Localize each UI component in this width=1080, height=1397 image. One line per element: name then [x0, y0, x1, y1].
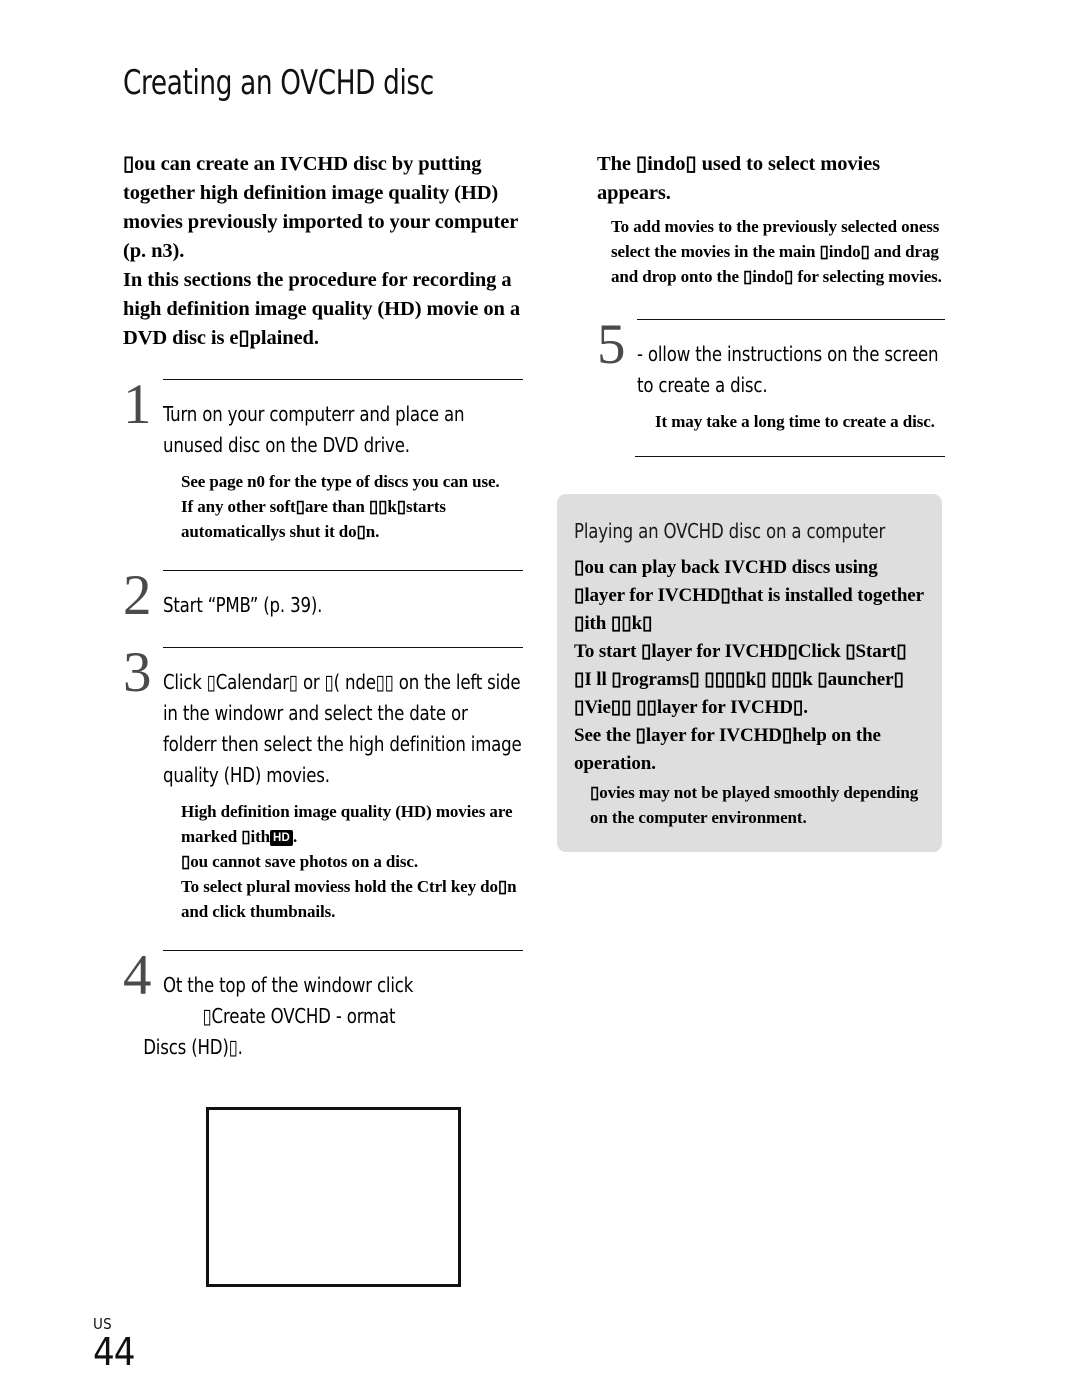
- page-footer: US 44: [93, 1316, 135, 1372]
- step-rule: [163, 379, 523, 380]
- step-3-note-1: High definition image quality (HD) movie…: [181, 799, 523, 849]
- intro-paragraph-2: In this sections the procedure for recor…: [123, 269, 520, 349]
- step-2-number: 2: [123, 564, 152, 627]
- step-1: 1 Turn on your computerr and place an un…: [123, 373, 523, 544]
- step-3-note-1-tail: .: [293, 827, 298, 846]
- intro-paragraph-1: ▯ou can create an IVCHD disc by putting …: [123, 153, 518, 262]
- right-column: The ▯indo▯ used to select movies appears…: [597, 150, 945, 457]
- step-4-number: 4: [123, 944, 152, 1007]
- page-title: Creating an OVCHD disc: [123, 62, 434, 103]
- result-heading: The ▯indo▯ used to select movies appears…: [597, 153, 881, 204]
- step-1-text: Turn on your computerr and place an unus…: [163, 402, 465, 457]
- intro-block: ▯ou can create an IVCHD disc by putting …: [123, 150, 523, 353]
- step-rule: [163, 647, 523, 648]
- step-4-text-line-2: ▯Create OVCHD - ormat: [202, 1004, 396, 1028]
- step-3-notes: High definition image quality (HD) movie…: [181, 799, 523, 924]
- step-1-note-1: See page n0 for the type of discs you ca…: [181, 472, 500, 491]
- step-3-body: Click ▯Calendar▯ or ▯( nde▯▯ on the left…: [163, 647, 523, 924]
- step-1-note-2: If any other soft▯are than ▯▯k▯starts au…: [181, 497, 446, 541]
- sidebar-box-body-2: To start ▯layer for IVCHD▯Click ▯Start▯ …: [574, 641, 907, 718]
- sidebar-info-box: Playing an OVCHD disc on a computer ▯ou …: [557, 494, 942, 852]
- step-4: 4 Ot the top of the windowr click ▯Creat…: [123, 944, 523, 1063]
- step-4-text-line-3: Discs (HD)▯.: [143, 1035, 243, 1059]
- step-1-number: 1: [123, 373, 152, 436]
- step-4-text-line-1: Ot the top of the windowr click: [163, 973, 414, 997]
- step-4-text: Ot the top of the windowr click ▯Create …: [143, 970, 523, 1063]
- figure-placeholder: [206, 1107, 461, 1287]
- step-4-body: Ot the top of the windowr click ▯Create …: [143, 950, 523, 1063]
- step-rule: [163, 570, 523, 571]
- step-1-body: Turn on your computerr and place an unus…: [163, 379, 523, 544]
- left-column: ▯ou can create an IVCHD disc by putting …: [123, 150, 523, 1063]
- step-2-text: Start “PMB” (p. 39).: [163, 593, 323, 617]
- step-3: 3 Click ▯Calendar▯ or ▯( nde▯▯ on the le…: [123, 641, 523, 924]
- sidebar-box-body-1: ▯ou can play back IVCHD discs using ▯lay…: [574, 557, 924, 634]
- step-5-number: 5: [597, 313, 626, 376]
- footer-page-number: 44: [93, 1330, 135, 1374]
- section-end-rule: [635, 456, 945, 457]
- sidebar-box-note: ▯ovies may not be played smoothly depend…: [590, 783, 919, 827]
- step-rule: [163, 950, 523, 951]
- step-2: 2 Start “PMB” (p. 39).: [123, 564, 523, 627]
- step-3-note-3: To select plural moviess hold the Ctrl k…: [181, 877, 517, 921]
- step-3-note-2: ▯ou cannot save photos on a disc.: [181, 852, 419, 871]
- step-5-note: It may take a long time to create a disc…: [655, 412, 935, 431]
- document-page: Creating an OVCHD disc ▯ou can create an…: [0, 0, 1080, 1397]
- hd-badge-icon: HD: [270, 830, 294, 846]
- sidebar-box-body-3: See the ▯layer for IVCHD▯help on the ope…: [574, 725, 881, 774]
- step-5-body: - ollow the instructions on the screen t…: [637, 319, 945, 434]
- step-3-text: Click ▯Calendar▯ or ▯( nde▯▯ on the left…: [163, 670, 522, 787]
- step-1-notes: See page n0 for the type of discs you ca…: [181, 469, 523, 544]
- step-2-body: Start “PMB” (p. 39).: [163, 570, 523, 621]
- step-5: 5 - ollow the instructions on the screen…: [597, 313, 945, 434]
- step-5-text: - ollow the instructions on the screen t…: [637, 342, 939, 397]
- result-note: To add movies to the previously selected…: [611, 217, 942, 286]
- step-3-number: 3: [123, 641, 152, 704]
- step-rule: [637, 319, 945, 320]
- step-3-note-1-text: High definition image quality (HD) movie…: [181, 802, 513, 846]
- sidebar-box-body: ▯ou can play back IVCHD discs using ▯lay…: [574, 554, 924, 778]
- sidebar-box-title: Playing an OVCHD disc on a computer: [574, 519, 886, 543]
